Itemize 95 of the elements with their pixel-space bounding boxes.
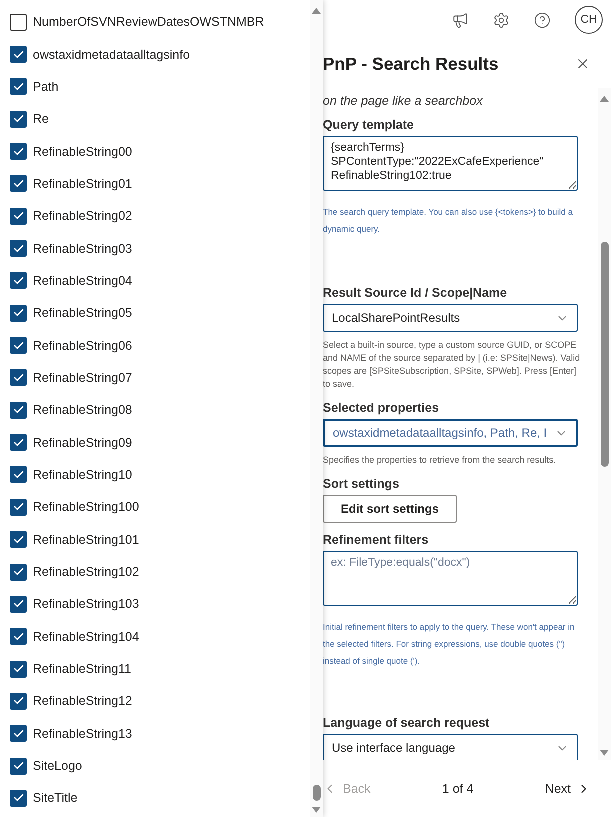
help-icon[interactable] bbox=[534, 12, 551, 28]
user-avatar[interactable]: CH bbox=[575, 6, 603, 34]
property-label: RefinableString04 bbox=[33, 274, 132, 288]
property-label: owstaxidmetadataalltagsinfo bbox=[33, 48, 190, 62]
checkmark-icon bbox=[12, 372, 24, 384]
dropdown-field[interactable]: Use interface language bbox=[323, 734, 578, 760]
checkmark-icon bbox=[12, 630, 24, 643]
property-label: RefinableString101 bbox=[33, 532, 140, 547]
checkbox[interactable] bbox=[10, 790, 27, 807]
help-text: Select a built-in source, type a custom source GUID, or SCOPE and NAME of the source separated by | (i.e: SPSite|News). Valid scopes are [SPSiteSubscription, SPSite, SPWeb]. Press [Enter] to save. bbox=[323, 339, 581, 391]
property-label: RefinableString03 bbox=[33, 242, 132, 256]
checkbox[interactable] bbox=[10, 175, 27, 192]
checkmark-icon bbox=[12, 242, 24, 255]
property-label: RefinableString02 bbox=[33, 209, 132, 224]
dropdown-field[interactable]: owstaxidmetadataalltagsinfo, Path, Re, I bbox=[323, 419, 578, 447]
edit-sort-button[interactable]: Edit sort settings bbox=[323, 495, 457, 523]
checkmark-icon bbox=[12, 146, 24, 158]
help-text: The search query template. You can also use {<tokens>} to build a dynamic query. bbox=[323, 206, 574, 236]
dropdown-field[interactable]: LocalSharePointResults bbox=[323, 304, 578, 332]
checkmark-icon bbox=[12, 48, 24, 61]
property-label: RefinableString10 bbox=[33, 468, 132, 482]
checkbox[interactable] bbox=[10, 628, 27, 646]
checkbox[interactable] bbox=[10, 143, 27, 160]
field-label: Refinement filters bbox=[323, 533, 430, 547]
scrollbar[interactable] bbox=[598, 88, 611, 760]
checkmark-icon bbox=[12, 468, 24, 481]
property-label: RefinableString00 bbox=[33, 144, 132, 159]
checkmark-icon bbox=[12, 178, 24, 190]
checkbox[interactable] bbox=[10, 692, 27, 710]
property-label: RefinableString06 bbox=[33, 338, 132, 353]
checkbox[interactable] bbox=[10, 725, 27, 742]
megaphone-icon[interactable] bbox=[452, 12, 469, 28]
checkmark-icon bbox=[12, 80, 24, 93]
property-label: RefinableString08 bbox=[33, 403, 132, 418]
help-text: Initial refinement filters to apply to the query. These won't appear in the selected filters. For string expressions, use double quotes (") instead of single quote ('). bbox=[323, 621, 576, 668]
scrollbar[interactable] bbox=[310, 0, 323, 817]
checkbox[interactable] bbox=[10, 208, 27, 225]
field-label: Result Source Id / Scope|Name bbox=[323, 286, 508, 300]
property-label: Path bbox=[33, 80, 59, 94]
panel-title: PnP - Search Results bbox=[323, 54, 499, 74]
page-indicator: 1 of 4 bbox=[442, 782, 474, 796]
checkbox[interactable] bbox=[10, 272, 27, 290]
help-text: Specifies the properties to retrieve from the search results. bbox=[323, 454, 558, 467]
property-label: RefinableString103 bbox=[33, 597, 140, 612]
checkmark-icon bbox=[12, 534, 24, 546]
checkbox[interactable] bbox=[10, 46, 27, 64]
property-label: NumberOfSVNReviewDatesOWSTNMBR bbox=[33, 15, 264, 30]
checkbox[interactable] bbox=[10, 304, 27, 322]
property-label: RefinableString13 bbox=[33, 726, 132, 741]
field-label: Language of search request bbox=[323, 716, 491, 730]
checkmark-icon bbox=[12, 436, 24, 449]
checkbox[interactable] bbox=[10, 564, 27, 581]
scroll-up-icon[interactable] bbox=[600, 96, 609, 102]
property-label: RefinableString102 bbox=[33, 565, 140, 580]
property-label: RefinableString12 bbox=[33, 694, 132, 708]
checkbox[interactable] bbox=[10, 498, 27, 516]
checkbox[interactable] bbox=[10, 402, 27, 419]
checkbox[interactable] bbox=[10, 660, 27, 678]
scroll-up-icon[interactable] bbox=[312, 8, 321, 14]
property-label: RefinableString01 bbox=[33, 176, 132, 191]
property-label: RefinableString104 bbox=[33, 630, 140, 644]
checkbox[interactable] bbox=[10, 78, 27, 96]
checkbox[interactable] bbox=[10, 758, 27, 775]
checkbox[interactable] bbox=[10, 596, 27, 613]
checkbox[interactable] bbox=[10, 240, 27, 258]
text-area[interactable]: ex: FileType:equals("docx") bbox=[323, 551, 578, 606]
checkmark-icon bbox=[12, 340, 24, 352]
checkbox[interactable] bbox=[10, 466, 27, 484]
next-button[interactable]: Next bbox=[545, 782, 591, 796]
checkbox[interactable] bbox=[10, 14, 27, 31]
checkbox[interactable] bbox=[10, 434, 27, 452]
scrollbar-thumb[interactable] bbox=[312, 785, 320, 801]
checkbox[interactable] bbox=[10, 337, 27, 354]
field-label: Selected properties bbox=[323, 401, 440, 415]
description-text: on the page like a searchbox bbox=[323, 94, 484, 108]
property-label: RefinableString05 bbox=[33, 306, 132, 320]
property-label: SiteLogo bbox=[33, 759, 82, 774]
scroll-down-icon[interactable] bbox=[600, 750, 609, 756]
scroll-down-icon[interactable] bbox=[312, 807, 321, 813]
checkmark-icon bbox=[12, 728, 24, 740]
field-label: Sort settings bbox=[323, 477, 400, 491]
scrollbar-thumb[interactable] bbox=[600, 242, 608, 467]
checkbox[interactable] bbox=[10, 531, 27, 548]
property-label: RefinableString07 bbox=[33, 370, 132, 385]
property-label: Re bbox=[33, 112, 49, 126]
checkbox[interactable] bbox=[10, 369, 27, 386]
settings-icon[interactable] bbox=[493, 12, 510, 28]
checkmark-icon bbox=[12, 274, 24, 287]
property-label: RefinableString09 bbox=[33, 436, 132, 450]
property-label: RefinableString100 bbox=[33, 500, 140, 514]
property-label: RefinableString11 bbox=[33, 662, 132, 676]
checkbox[interactable] bbox=[10, 110, 27, 128]
property-label: SiteTitle bbox=[33, 791, 78, 806]
text-area[interactable]: {searchTerms} SPContentType:"2022ExCafeExperience" RefinableString102:true bbox=[323, 136, 578, 191]
field-label: Query template bbox=[323, 118, 416, 132]
